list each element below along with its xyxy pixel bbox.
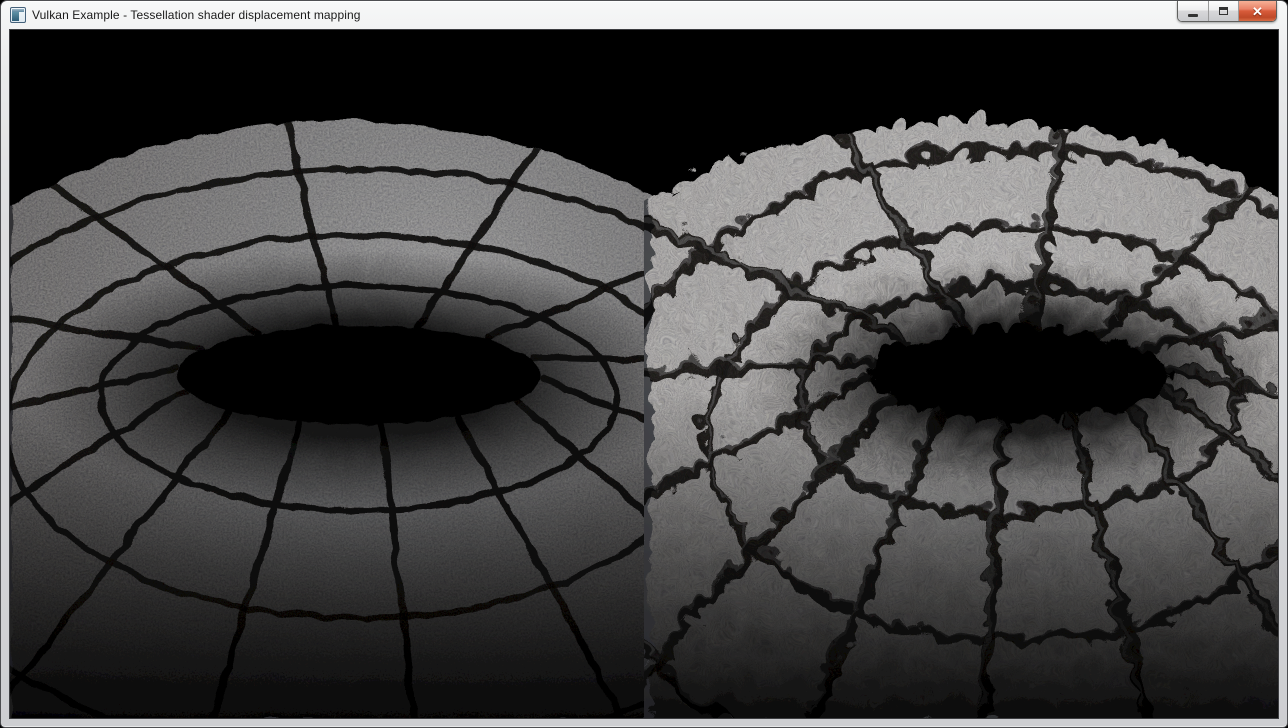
minimize-button[interactable] [1178, 1, 1208, 21]
close-button[interactable]: ✕ [1238, 1, 1276, 21]
titlebar[interactable]: Vulkan Example - Tessellation shader dis… [1, 1, 1287, 29]
app-icon[interactable] [10, 7, 26, 23]
maximize-button[interactable] [1208, 1, 1238, 21]
render-viewport[interactable] [9, 29, 1279, 719]
minimize-icon [1188, 14, 1198, 17]
window-controls: ✕ [1177, 1, 1277, 22]
close-icon: ✕ [1252, 5, 1263, 18]
app-icon-titlestrip [12, 9, 24, 12]
window-title: Vulkan Example - Tessellation shader dis… [32, 8, 361, 22]
vulkan-scene [10, 30, 1278, 718]
window-frame: Vulkan Example - Tessellation shader dis… [0, 0, 1288, 728]
maximize-icon [1219, 7, 1228, 15]
